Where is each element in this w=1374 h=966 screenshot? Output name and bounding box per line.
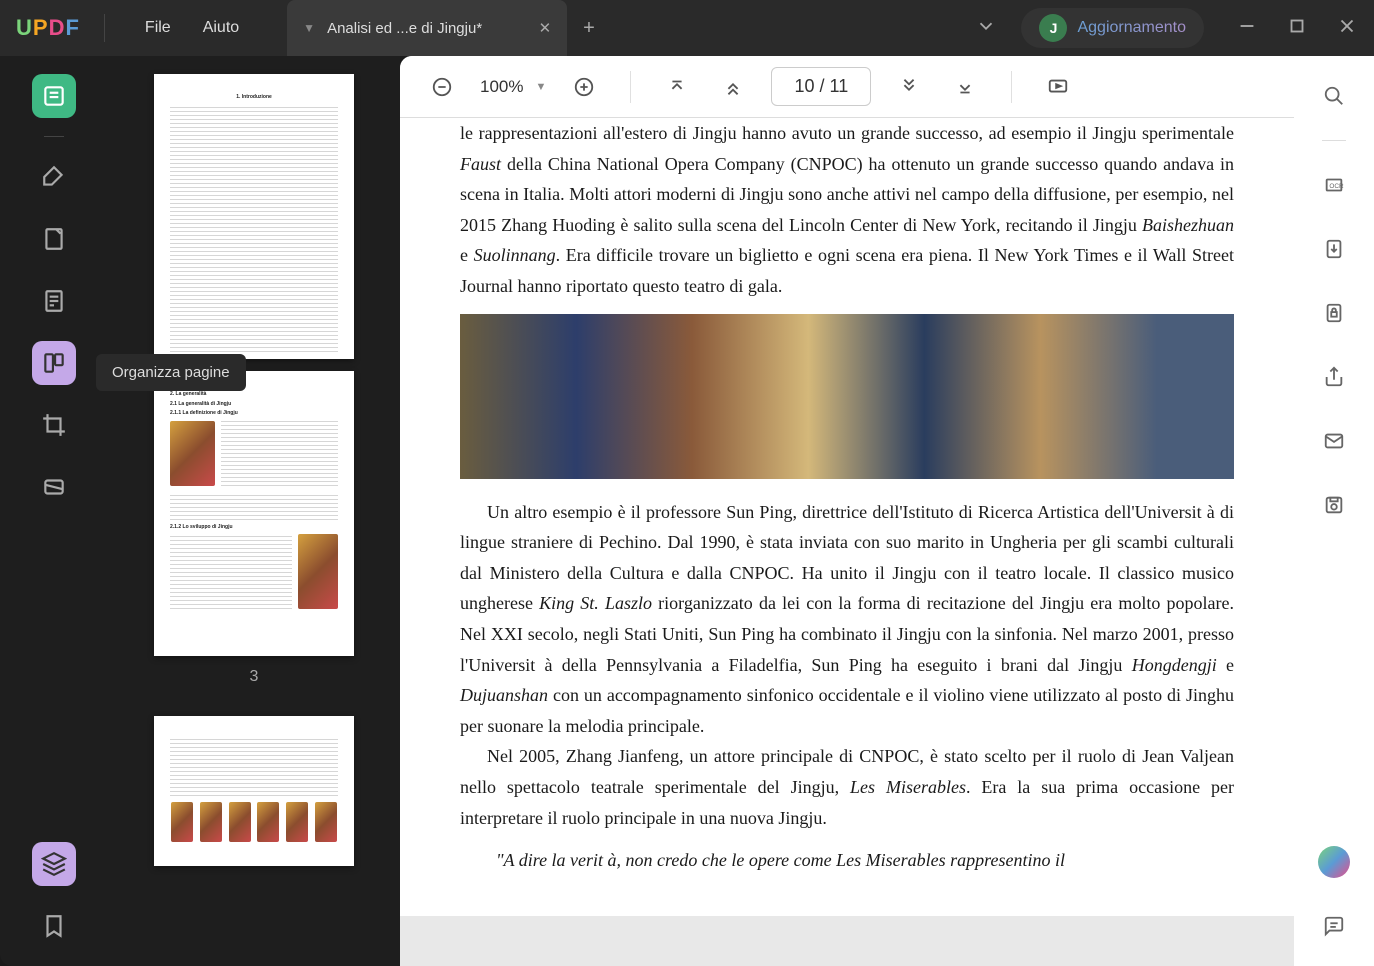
zoom-out-button[interactable]	[424, 69, 460, 105]
first-page-button[interactable]	[659, 69, 695, 105]
next-page-button[interactable]	[891, 69, 927, 105]
redact-tool-button[interactable]	[32, 465, 76, 509]
thumbnail-page-2[interactable]: 1. Introduzione	[154, 74, 354, 359]
close-icon[interactable]: ✕	[539, 19, 552, 37]
bookmark-button[interactable]	[32, 904, 76, 948]
prev-page-button[interactable]	[715, 69, 751, 105]
divider	[104, 14, 105, 42]
paragraph: Nel 2005, Zhang Jianfeng, un attore prin…	[460, 741, 1234, 833]
new-tab-button[interactable]: +	[567, 17, 611, 40]
document-content[interactable]: le rappresentazioni all'estero di Jingju…	[400, 118, 1294, 966]
minimize-button[interactable]	[1236, 15, 1258, 42]
thumbnail-panel[interactable]: 1. Introduzione 2. La generalità 2.1 La …	[108, 56, 400, 966]
avatar: J	[1039, 14, 1067, 42]
document-page: le rappresentazioni all'estero di Jingju…	[400, 118, 1294, 916]
tab-title: Analisi ed ...e di Jingju*	[327, 20, 527, 37]
edit-tool-button[interactable]	[32, 217, 76, 261]
menu-file[interactable]: File	[129, 11, 187, 45]
ai-button[interactable]	[1314, 842, 1354, 882]
document-image	[460, 314, 1234, 479]
document-tab[interactable]: ▼ Analisi ed ...e di Jingju* ✕	[287, 0, 567, 56]
paragraph: Un altro esempio è il professore Sun Pin…	[460, 497, 1234, 742]
maximize-button[interactable]	[1286, 15, 1308, 42]
document-toolbar: 100% ▼ 10 / 11	[400, 56, 1294, 118]
search-button[interactable]	[1314, 76, 1354, 116]
organize-pages-button[interactable]	[32, 341, 76, 385]
account-label: Aggiornamento	[1077, 19, 1186, 37]
account-badge[interactable]: J Aggiornamento	[1021, 8, 1204, 48]
svg-text:OCR: OCR	[1329, 183, 1344, 190]
zoom-in-button[interactable]	[566, 69, 602, 105]
layers-button[interactable]	[32, 842, 76, 886]
email-button[interactable]	[1314, 421, 1354, 461]
app-logo: UPDF	[16, 15, 80, 41]
convert-button[interactable]	[1314, 229, 1354, 269]
tooltip: Organizza pagine	[96, 354, 246, 391]
form-tool-button[interactable]	[32, 279, 76, 323]
thumbnail-label: 3	[128, 668, 380, 686]
chevron-down-icon[interactable]	[967, 7, 1005, 50]
divider	[44, 136, 64, 137]
reader-mode-button[interactable]	[32, 74, 76, 118]
menu-help[interactable]: Aiuto	[187, 11, 255, 45]
crop-tool-button[interactable]	[32, 403, 76, 447]
left-toolbar	[0, 56, 108, 966]
save-button[interactable]	[1314, 485, 1354, 525]
document-area: 100% ▼ 10 / 11	[400, 56, 1294, 966]
thumbnail-page-4[interactable]	[154, 716, 354, 866]
ocr-button[interactable]: OCR	[1314, 165, 1354, 205]
protect-button[interactable]	[1314, 293, 1354, 333]
quote: "A dire la verit à, non credo che le ope…	[460, 845, 1234, 876]
zoom-level: 100%	[480, 77, 523, 97]
thumbnail-page-3[interactable]: 2. La generalità 2.1 La generalità di Ji…	[154, 371, 354, 656]
tab-dropdown-icon[interactable]: ▼	[303, 21, 315, 35]
right-toolbar: OCR	[1294, 56, 1374, 966]
share-button[interactable]	[1314, 357, 1354, 397]
page-number-input[interactable]: 10 / 11	[771, 67, 871, 106]
titlebar: UPDF File Aiuto ▼ Analisi ed ...e di Jin…	[0, 0, 1374, 56]
comment-button[interactable]	[1314, 906, 1354, 946]
paragraph: le rappresentazioni all'estero di Jingju…	[460, 118, 1234, 302]
last-page-button[interactable]	[947, 69, 983, 105]
close-window-button[interactable]	[1336, 15, 1358, 42]
presentation-button[interactable]	[1040, 69, 1076, 105]
highlight-tool-button[interactable]	[32, 155, 76, 199]
zoom-dropdown-icon[interactable]: ▼	[535, 81, 546, 93]
